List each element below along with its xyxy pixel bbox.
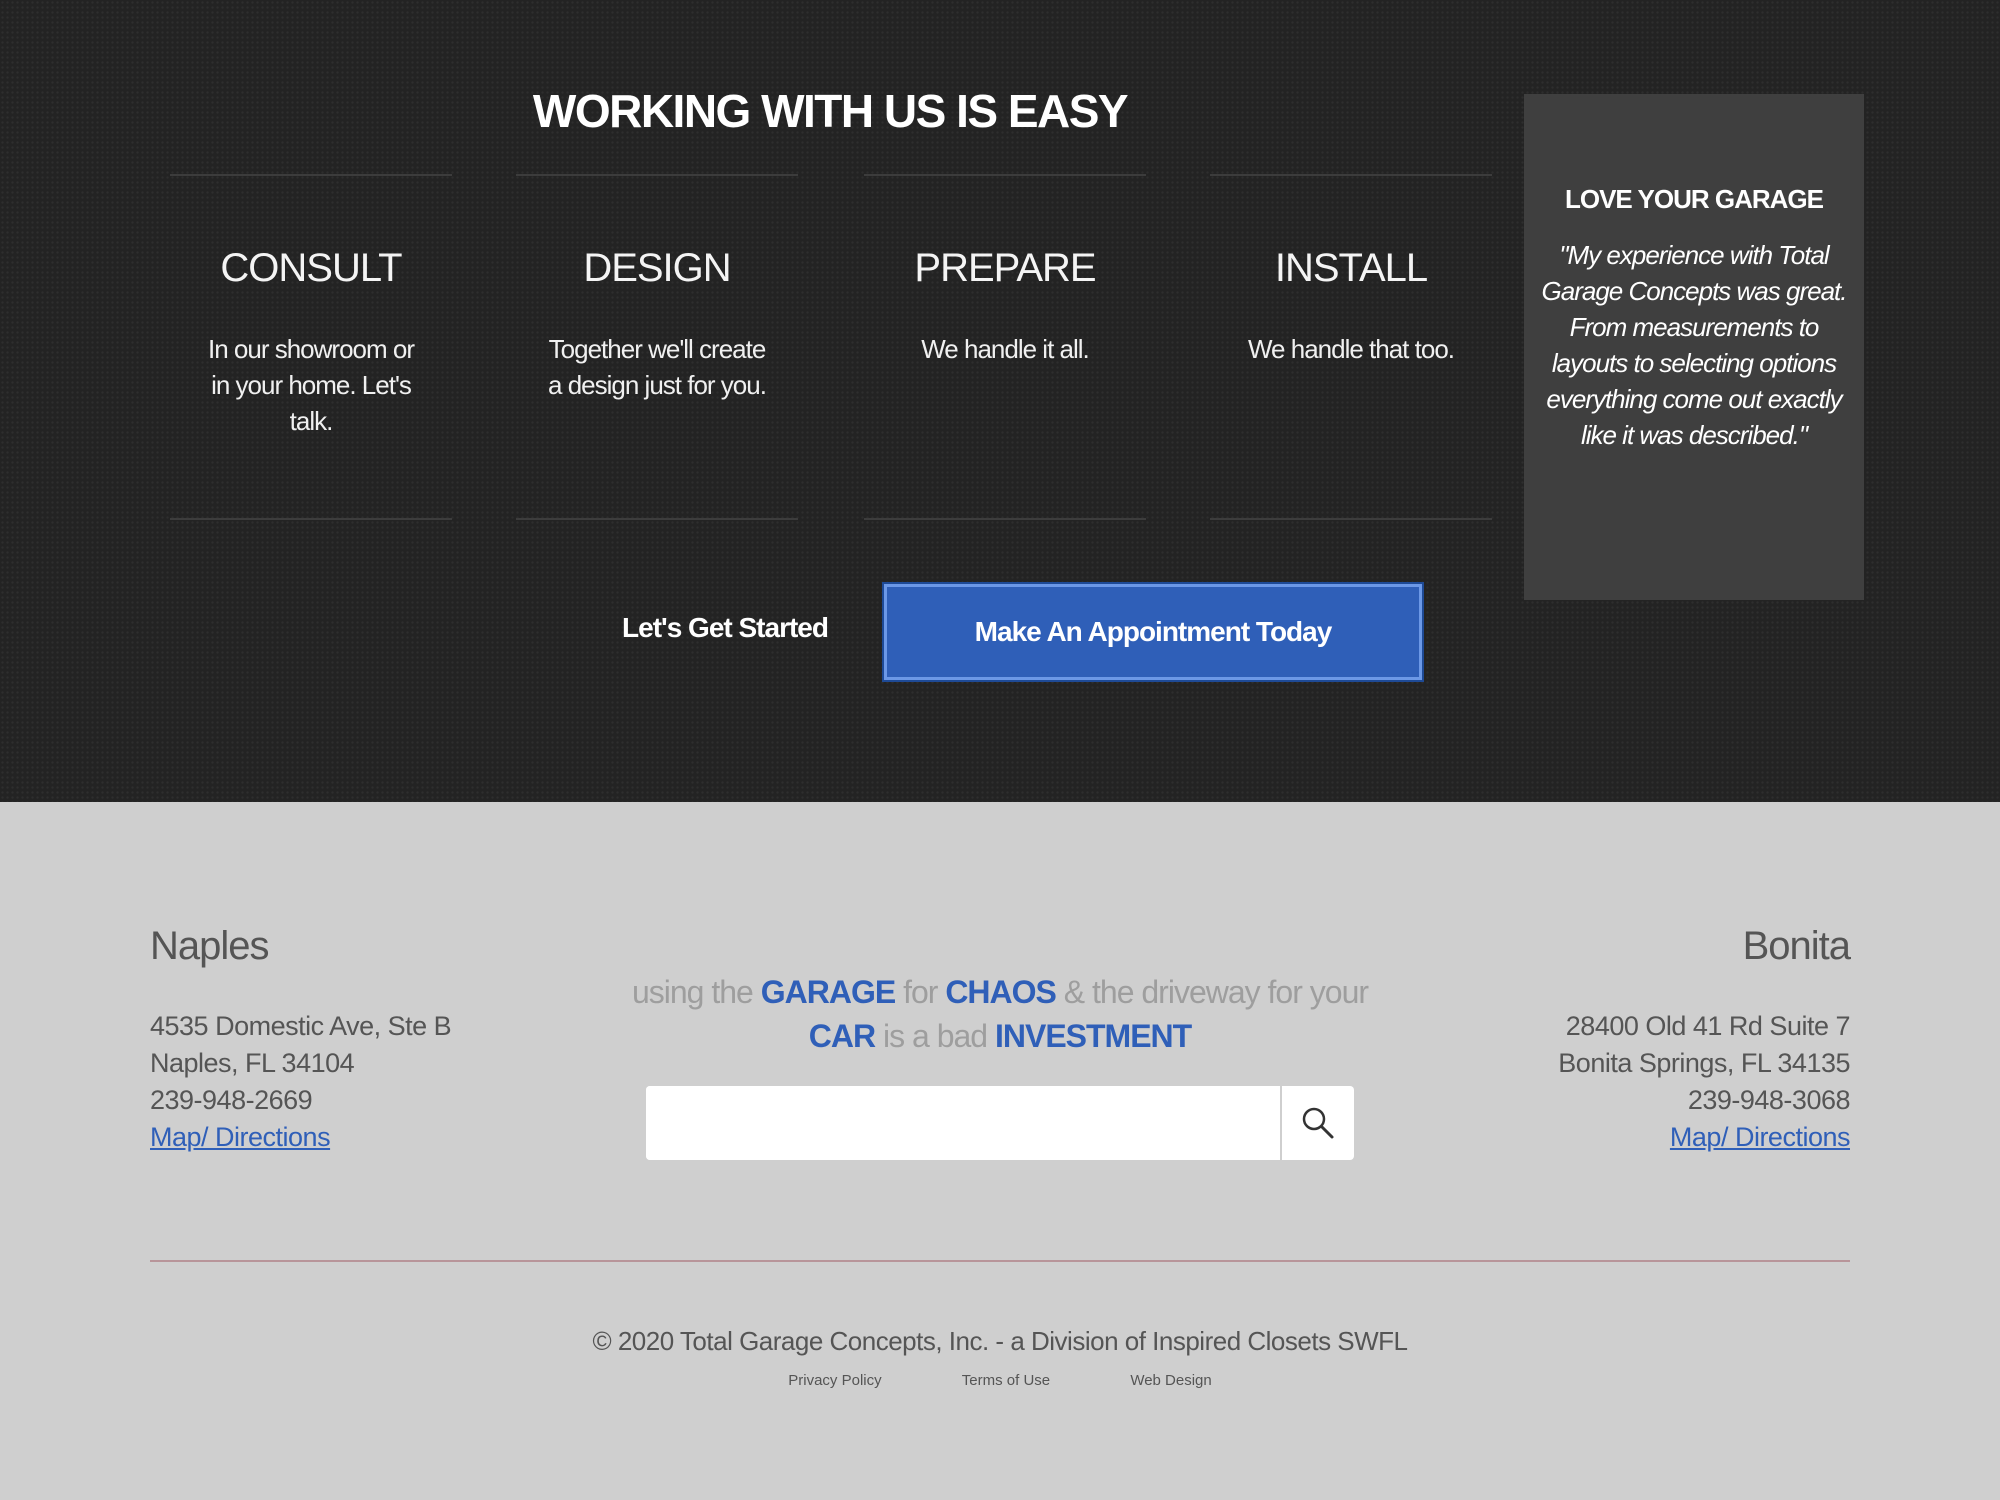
privacy-policy-link[interactable]: Privacy Policy [788, 1372, 881, 1389]
slogan-highlight: CAR [808, 1018, 876, 1054]
naples-phone: 239-948-2669 [150, 1085, 313, 1115]
step-prepare: PREPARE We handle it all. [864, 174, 1146, 520]
step-title: CONSULT [220, 246, 402, 290]
web-design-link[interactable]: Web Design [1130, 1372, 1211, 1389]
step-install: INSTALL We handle that too. [1210, 174, 1492, 520]
step-title: PREPARE [914, 246, 1096, 290]
slogan-text: is a bad [883, 1018, 988, 1054]
step-consult: CONSULT In our showroom or in your home.… [170, 174, 452, 520]
step-description: In our showroom or in your home. Let's t… [208, 334, 415, 436]
search-button[interactable] [1280, 1086, 1354, 1160]
slogan-text: using the [631, 974, 754, 1010]
naples-address-line2: Naples, FL 34104 [150, 1048, 355, 1078]
step-description: We handle that too. [1247, 334, 1455, 364]
bonita-address-line2: Bonita Springs, FL 34135 [1558, 1048, 1850, 1078]
terms-of-use-link[interactable]: Terms of Use [962, 1372, 1050, 1389]
bonita-map-link[interactable]: Map/ Directions [1558, 1119, 1851, 1156]
process-section: WORKING WITH US IS EASY CONSULT In our s… [0, 0, 2000, 802]
section-headline: WORKING WITH US IS EASY [532, 85, 1129, 137]
slogan-highlight: GARAGE [760, 974, 896, 1010]
step-design: DESIGN Together we'll create a design ju… [516, 174, 798, 520]
slogan-text: & the driveway for your [1063, 974, 1369, 1010]
testimonial-quote: "My experience with Total Garage Concept… [1541, 240, 1848, 450]
cta-label: Let's Get Started [622, 612, 829, 643]
footer-divider [150, 1260, 1850, 1262]
step-title: DESIGN [583, 246, 731, 290]
step-description: We handle it all. [921, 334, 1090, 364]
naples-address-line1: 4535 Domestic Ave, Ste B [150, 1011, 452, 1041]
copyright: © 2020 Total Garage Concepts, Inc. - a D… [592, 1326, 1408, 1356]
bonita-address: 28400 Old 41 Rd Suite 7 Bonita Springs, … [1558, 1008, 1850, 1156]
naples-location-name: Naples [150, 924, 270, 968]
search-bar [646, 1086, 1354, 1160]
search-icon [1302, 1107, 1334, 1139]
slogan: using the GARAGE for CHAOS & the drivewa… [610, 970, 1390, 1058]
search-input[interactable] [646, 1086, 1280, 1160]
footer: Naples 4535 Domestic Ave, Ste B Naples, … [0, 802, 2000, 1500]
bonita-phone: 239-948-3068 [1687, 1085, 1851, 1115]
naples-address: 4535 Domestic Ave, Ste B Naples, FL 3410… [150, 1008, 452, 1156]
testimonial-title: LOVE YOUR GARAGE [1564, 184, 1824, 214]
bonita-location-name: Bonita [1742, 924, 1851, 968]
bonita-address-line1: 28400 Old 41 Rd Suite 7 [1565, 1011, 1851, 1041]
step-title: INSTALL [1274, 246, 1428, 290]
make-appointment-button[interactable]: Make An Appointment Today [882, 582, 1424, 682]
slogan-highlight: INVESTMENT [994, 1018, 1192, 1054]
footer-links: Privacy Policy Terms of Use Web Design [0, 1372, 2000, 1389]
slogan-text: for [903, 974, 938, 1010]
naples-map-link[interactable]: Map/ Directions [150, 1119, 451, 1156]
slogan-highlight: CHAOS [945, 974, 1057, 1010]
testimonial-box: LOVE YOUR GARAGE "My experience with Tot… [1524, 94, 1864, 600]
step-description: Together we'll create a design just for … [548, 334, 767, 400]
